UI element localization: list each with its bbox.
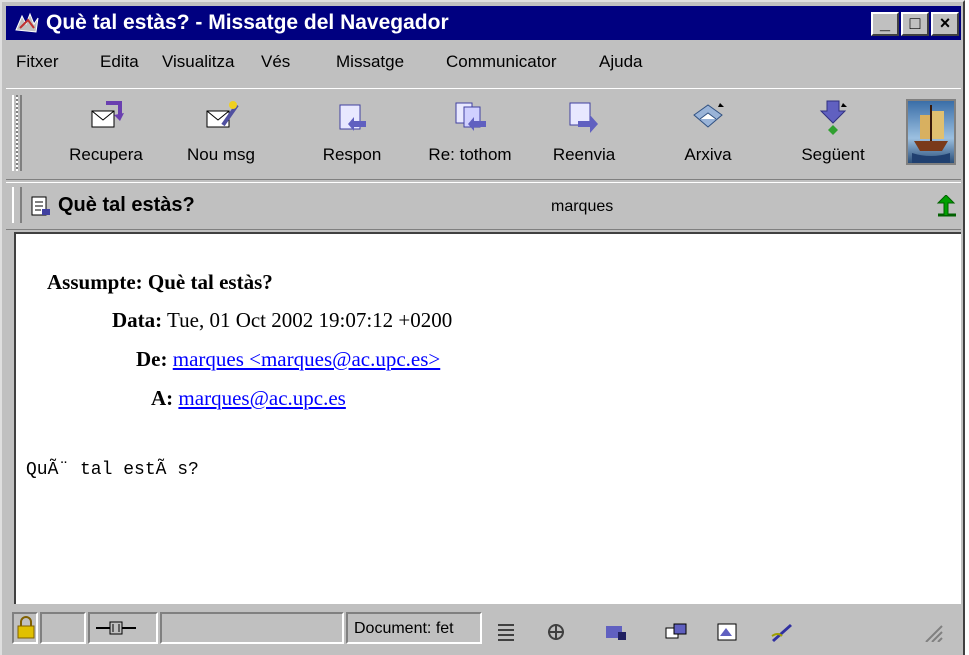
toolbar-grip[interactable] [12, 95, 22, 171]
composer-icon[interactable] [716, 622, 740, 642]
menu-edita[interactable]: Edita [100, 52, 139, 72]
component-bar-grip-icon[interactable] [494, 622, 518, 642]
navigation-toolbar: Recupera Nou msg Respon Re: tothom Reenv… [6, 88, 961, 180]
window-title: Què tal estàs? - Missatge del Navegador [46, 11, 449, 34]
reply-all-label: Re: tothom [428, 145, 512, 164]
from-row: De: marques <marques@ac.upc.es> [136, 347, 440, 372]
message-body: QuÃ¨ tal estÃ s? [26, 460, 199, 480]
new-message-label: Nou msg [186, 145, 256, 164]
navigator-icon[interactable] [544, 622, 568, 642]
from-link[interactable]: marques <marques@ac.upc.es> [173, 347, 441, 371]
next-icon [819, 100, 847, 135]
date-value: Tue, 01 Oct 2002 19:07:12 +0200 [167, 308, 453, 332]
date-label: Data: [112, 308, 163, 332]
file-button[interactable]: Arxiva [672, 97, 744, 175]
lock-icon [17, 616, 35, 639]
menu-bar: Fitxer Edita Visualitza Vés Missatge Com… [6, 44, 961, 78]
reply-button[interactable]: Respon [312, 97, 392, 175]
to-row: A: marques@ac.upc.es [151, 386, 346, 411]
reply-all-icon [455, 102, 486, 131]
menu-communicator[interactable]: Communicator [446, 52, 557, 72]
menu-ajuda[interactable]: Ajuda [599, 52, 642, 72]
next-button[interactable]: Següent [788, 97, 878, 175]
component-bar [484, 612, 954, 644]
maximize-button[interactable]: □ [901, 12, 929, 36]
discussions-icon[interactable] [664, 622, 688, 642]
header-grip[interactable] [12, 187, 22, 223]
forward-label: Reenvia [552, 145, 616, 164]
status-bar: Document: fet [6, 608, 961, 648]
file-label: Arxiva [684, 145, 732, 164]
mailbox-icon[interactable] [604, 622, 628, 642]
browser-window: Què tal estàs? - Missatge del Navegador … [0, 0, 965, 655]
connection-cell[interactable] [88, 612, 158, 644]
reply-label: Respon [322, 145, 382, 164]
menu-ves[interactable]: Vés [261, 52, 290, 72]
new-message-icon [206, 101, 239, 128]
date-row: Data: Tue, 01 Oct 2002 19:07:12 +0200 [112, 308, 452, 333]
to-label: A: [151, 386, 174, 410]
netscape-app-icon [15, 12, 39, 33]
next-label: Següent [801, 145, 865, 164]
get-mail-icon [91, 101, 124, 128]
netscape-logo[interactable] [906, 99, 956, 165]
minimize-button[interactable]: _ [871, 12, 899, 36]
status-cell-empty-1 [40, 612, 86, 644]
title-bar[interactable]: Què tal estàs? - Missatge del Navegador … [6, 6, 961, 40]
close-button[interactable]: × [931, 12, 959, 36]
from-label: De: [136, 347, 168, 371]
connection-icon [96, 621, 136, 635]
forward-icon [569, 102, 598, 133]
subject-label: Assumpte: [47, 270, 143, 294]
security-cell[interactable] [12, 612, 38, 644]
up-arrow-icon[interactable] [934, 195, 960, 219]
subject-value: Què tal estàs? [147, 270, 273, 294]
resize-grip-icon[interactable] [920, 622, 944, 642]
subject-row: Assumpte: Què tal estàs? [47, 270, 273, 295]
to-link[interactable]: marques@ac.upc.es [178, 386, 345, 410]
get-mail-label: Recupera [69, 145, 143, 164]
file-icon [693, 103, 724, 128]
forward-button[interactable]: Reenvia [542, 97, 626, 175]
message-pane[interactable]: Assumpte: Què tal estàs? Data: Tue, 01 O… [14, 232, 961, 604]
reply-all-button[interactable]: Re: tothom [418, 97, 522, 175]
header-sender: marques [551, 198, 614, 215]
header-subject: Què tal estàs? [58, 194, 195, 216]
menu-missatge[interactable]: Missatge [336, 52, 404, 72]
message-icon [31, 196, 50, 216]
get-mail-button[interactable]: Recupera [58, 97, 154, 175]
document-status-text: Document: fet [354, 620, 454, 637]
menu-visualitza[interactable]: Visualitza [162, 52, 234, 72]
message-header-bar: Què tal estàs? marques [6, 182, 961, 230]
menu-fitxer[interactable]: Fitxer [16, 52, 59, 72]
reply-icon [339, 104, 366, 131]
new-message-button[interactable]: Nou msg [178, 97, 264, 175]
ship-icon [912, 105, 950, 163]
document-status-cell: Document: fet [346, 612, 482, 644]
progress-cell [160, 612, 344, 644]
edit-pen-icon[interactable] [770, 622, 794, 642]
